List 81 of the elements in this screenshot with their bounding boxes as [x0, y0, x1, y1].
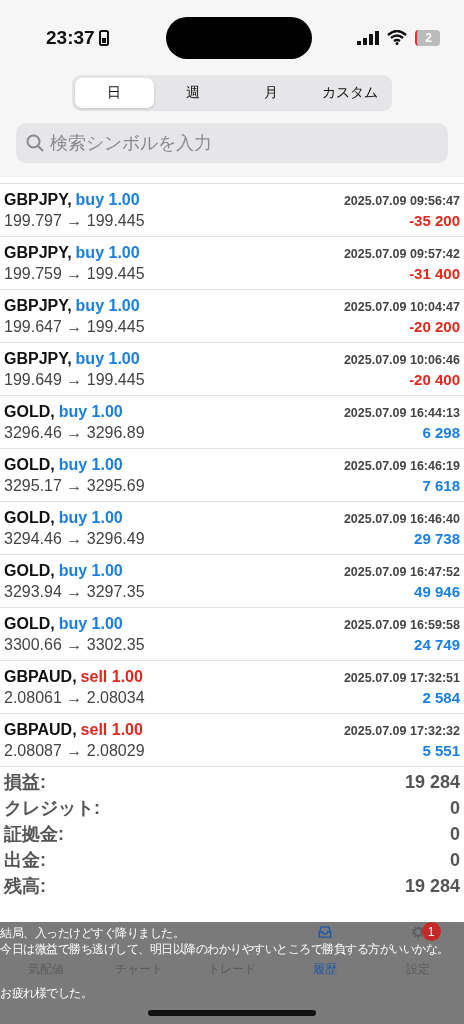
wifi-icon [387, 30, 408, 45]
deal-prices: 199.649 → 199.445 [4, 370, 145, 389]
deal-time: 2025.07.09 09:56:47 [343, 193, 460, 208]
deal-row[interactable]: GBPAUD, sell 1.00 2025.07.09 17:32:32 2.08087 → 2.08029 5 551 [0, 714, 464, 767]
clock-time: 23:37 [46, 26, 95, 49]
id-card-icon [98, 29, 109, 46]
deal-title: GBPJPY, buy 1.00 [4, 243, 140, 262]
inbox-icon [316, 924, 333, 940]
summary-label: 出金: [4, 849, 46, 872]
deal-title: GOLD, buy 1.00 [4, 455, 123, 474]
deal-profit: -20 200 [409, 317, 460, 335]
deal-time: 2025.07.09 10:06:46 [343, 352, 460, 367]
search-icon [26, 134, 44, 152]
caption-line: 結局、入ったけどすぐ降りました。 [0, 926, 184, 940]
deal-profit: 6 298 [422, 423, 460, 441]
deal-profit: -35 200 [409, 211, 460, 229]
signal-icon [357, 30, 380, 45]
deal-row[interactable]: GBPJPY, buy 1.00 2025.07.09 09:57:42 199.759 → 199.445 -31 400 [0, 237, 464, 290]
period-tab[interactable]: カスタム [310, 78, 389, 108]
deal-title: GBPAUD, sell 1.00 [4, 667, 143, 686]
summary-label: 損益: [4, 771, 46, 794]
deal-row[interactable]: GBPJPY, buy 1.00 2025.07.09 10:06:46 199.649 → 199.445 -20 400 [0, 343, 464, 396]
deal-profit: 5 551 [422, 741, 460, 759]
deal-time: 2025.07.09 09:57:42 [343, 246, 460, 261]
deal-profit: 29 738 [414, 529, 460, 547]
deal-profit: -20 400 [409, 370, 460, 388]
deal-row[interactable]: GOLD, buy 1.00 2025.07.09 16:44:13 3296.46 → 3296.89 6 298 [0, 396, 464, 449]
period-tab[interactable]: 週 [153, 78, 232, 108]
deal-profit: 2 584 [422, 688, 460, 706]
deal-profit: 24 749 [414, 635, 460, 653]
deal-prices: 199.759 → 199.445 [4, 264, 145, 283]
deal-time: 2025.07.09 16:46:40 [343, 511, 460, 526]
deal-row[interactable]: GOLD, buy 1.00 2025.07.09 16:46:19 3295.17 → 3295.69 7 618 [0, 449, 464, 502]
deal-row[interactable]: GBPAUD, sell 1.00 2025.07.09 17:32:51 2.08061 → 2.08034 2 584 [0, 661, 464, 714]
deal-prices: 2.08087 → 2.08029 [4, 741, 145, 760]
period-tab[interactable]: 日 [75, 78, 154, 108]
summary-label: 証拠金: [4, 823, 64, 846]
summary-value: 0 [450, 823, 460, 845]
deal-title: GBPJPY, buy 1.00 [4, 190, 140, 209]
deal-row[interactable]: GOLD, buy 1.00 2025.07.09 16:46:40 3294.46 → 3296.49 29 738 [0, 502, 464, 555]
deal-time: 2025.07.09 17:32:51 [343, 670, 460, 685]
caption-line: お疲れ様でした。 [0, 986, 92, 1000]
deal-profit: -31 400 [409, 264, 460, 282]
period-tab[interactable]: 月 [232, 78, 311, 108]
deal-row[interactable]: GOLD, buy 1.00 2025.07.09 16:47:52 3293.94 → 3297.35 49 946 [0, 555, 464, 608]
deal-time: 2025.07.09 16:47:52 [343, 564, 460, 579]
search-field[interactable]: 検索シンボルを入力 [16, 123, 448, 163]
battery-level: 2 [415, 29, 440, 46]
deal-prices: 199.647 → 199.445 [4, 317, 145, 336]
deal-title: GBPAUD, sell 1.00 [4, 720, 143, 739]
deal-time: 2025.07.09 17:32:32 [343, 723, 460, 738]
deal-row[interactable]: GBPJPY, buy 1.00 2025.07.09 09:56:47 199.797 → 199.445 -35 200 [0, 184, 464, 237]
deal-prices: 3293.94 → 3297.35 [4, 582, 145, 601]
deal-profit: 49 946 [414, 582, 460, 600]
deal-title: GOLD, buy 1.00 [4, 402, 123, 421]
deal-title: GBPJPY, buy 1.00 [4, 349, 140, 368]
deal-time: 2025.07.09 16:59:58 [343, 617, 460, 632]
deal-time: 2025.07.09 10:04:47 [343, 299, 460, 314]
deal-time: 2025.07.09 16:46:19 [343, 458, 460, 473]
summary-value: 0 [450, 797, 460, 819]
summary-value: 0 [450, 849, 460, 871]
deal-profit: 7 618 [422, 476, 460, 494]
summary-value: 19 284 [404, 771, 460, 793]
deal-title: GOLD, buy 1.00 [4, 614, 123, 633]
deal-prices: 3300.66 → 3302.35 [4, 635, 145, 654]
deal-prices: 2.08061 → 2.08034 [4, 688, 145, 707]
deal-row[interactable]: GOLD, buy 1.00 2025.07.09 16:59:58 3300.66 → 3302.35 24 749 [0, 608, 464, 661]
deal-prices: 3296.46 → 3296.89 [4, 423, 145, 442]
summary-label: クレジット: [4, 797, 100, 820]
deal-prices: 199.797 → 199.445 [4, 211, 145, 230]
deal-row[interactable]: GBPJPY, buy 1.00 2025.07.09 10:04:47 199.647 → 199.445 -20 200 [0, 290, 464, 343]
deal-prices: 3295.17 → 3295.69 [4, 476, 145, 495]
deal-prices: 3294.46 → 3296.49 [4, 529, 145, 548]
caption-line: 今日は微益で勝ち逃げして、明日以降のわかりやすいところで勝負する方がいいかな。 [0, 942, 449, 956]
summary-label: 残高: [4, 875, 46, 898]
deal-title: GOLD, buy 1.00 [4, 561, 123, 580]
deal-title: GBPJPY, buy 1.00 [4, 296, 140, 315]
summary-value: 19 284 [404, 875, 460, 897]
deal-time: 2025.07.09 16:44:13 [343, 405, 460, 420]
notification-badge: 1 [421, 922, 441, 941]
deal-title: GOLD, buy 1.00 [4, 508, 123, 527]
